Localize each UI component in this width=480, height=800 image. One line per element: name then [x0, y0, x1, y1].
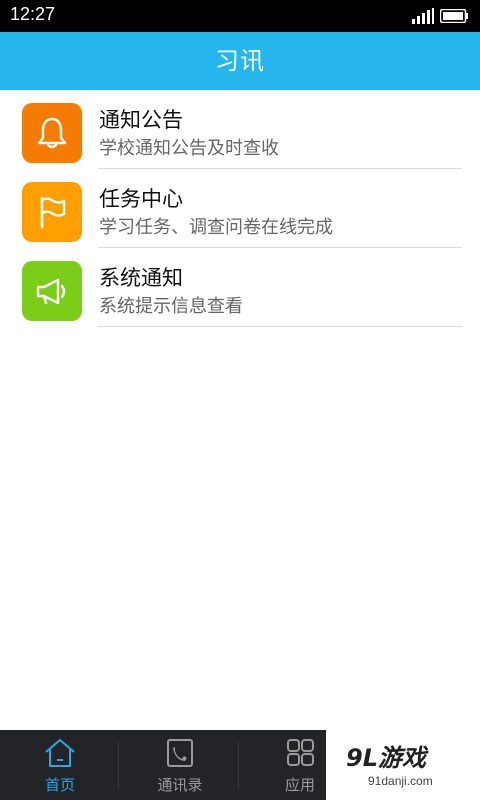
megaphone-icon: [36, 278, 66, 305]
list-item-task-center[interactable]: 任务中心 学习任务、调查问卷在线完成: [0, 169, 480, 248]
nav-separator: [118, 742, 119, 790]
list-item-label: 通知公告: [99, 108, 183, 132]
status-bar: 12:27: [0, 0, 480, 32]
signal-icon: [412, 8, 434, 24]
list-item-subtitle: 学习任务、调查问卷在线完成: [99, 217, 333, 238]
watermark-site: 91danji.com: [368, 774, 433, 788]
watermark-brand: 9L游戏: [346, 744, 426, 772]
battery-icon: [440, 9, 468, 23]
list-item-label: 任务中心: [99, 187, 183, 211]
app-header: 习讯: [0, 32, 480, 90]
list-item-subtitle: 学校通知公告及时查收: [99, 138, 279, 159]
home-icon: [45, 739, 75, 767]
contacts-phone-icon: [167, 739, 193, 767]
list-item-label: 系统通知: [99, 266, 183, 290]
page-title: 习讯: [215, 47, 265, 75]
announcements-icon-tile: [22, 103, 82, 163]
task-center-icon-tile: [22, 182, 82, 242]
nav-separator: [238, 742, 239, 790]
flag-icon: [40, 196, 66, 229]
nav-label: 通讯录: [157, 776, 203, 794]
list-item-subtitle: 系统提示信息查看: [99, 296, 243, 317]
list-item-announcements[interactable]: 通知公告 学校通知公告及时查收: [0, 90, 480, 169]
nav-tab-home[interactable]: 首页: [0, 730, 120, 800]
bell-icon: [37, 117, 67, 149]
feature-list: 通知公告 学校通知公告及时查收 任务中心 学习任务、调查问卷在线完成 系统通知 …: [0, 90, 480, 327]
app-screen: 12:27 习讯 通知公告 学校通知公告及时查收 任务中心 学习任务、调查问卷在…: [0, 0, 480, 800]
watermark-logo: 9L游戏 91danji.com: [326, 730, 480, 800]
list-item-system-notice[interactable]: 系统通知 系统提示信息查看: [0, 248, 480, 327]
apps-grid-icon: [287, 739, 314, 766]
status-time: 12:27: [10, 4, 56, 24]
nav-tab-contacts[interactable]: 通讯录: [120, 730, 240, 800]
nav-label: 首页: [44, 776, 75, 794]
system-notice-icon-tile: [22, 261, 82, 321]
divider: [98, 326, 462, 327]
